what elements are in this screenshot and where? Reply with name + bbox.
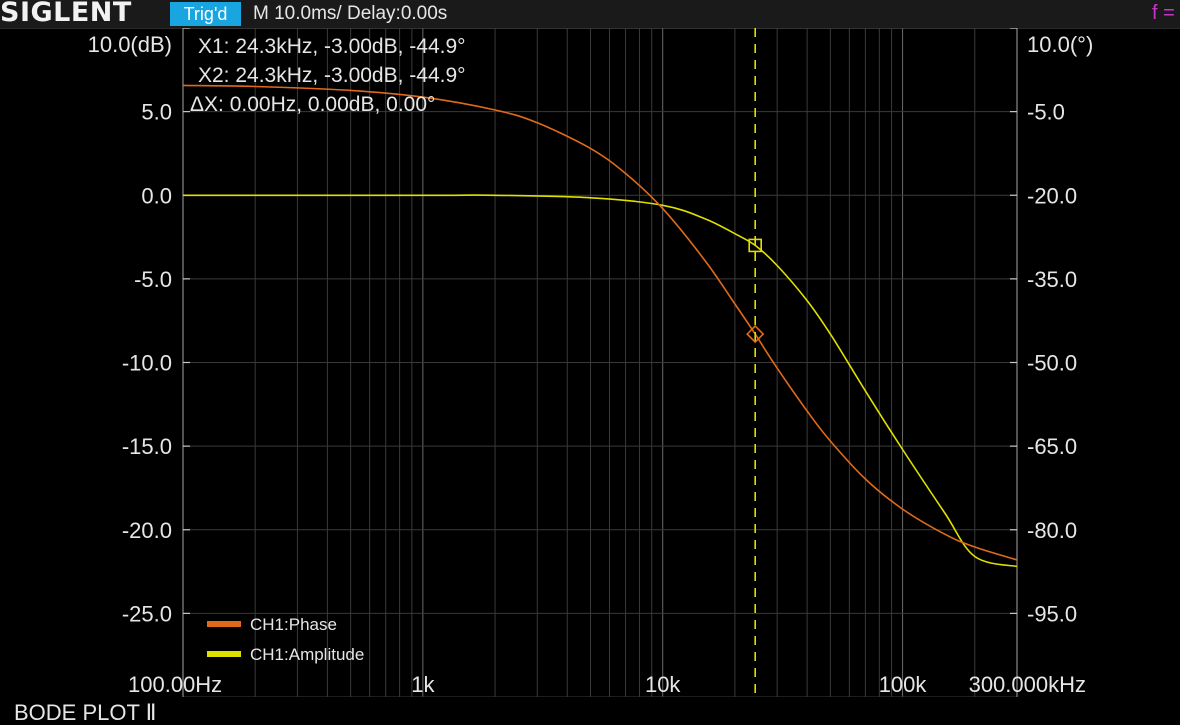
left-tick-label: 0.0 (141, 183, 172, 208)
left-tick-label: -5.0 (134, 267, 172, 292)
right-tick-label: -80.0 (1027, 518, 1077, 543)
mode-label: BODE PLOT Ⅱ (14, 700, 157, 725)
legend-swatch (207, 621, 241, 627)
x-tick-label: 10k (645, 672, 681, 697)
right-tick-label: -50.0 (1027, 351, 1077, 376)
legend-swatch (207, 651, 241, 657)
x-tick-label: 1k (411, 672, 435, 697)
timebase-delay-readout[interactable]: M 10.0ms/ Delay:0.00s (253, 2, 447, 26)
right-tick-label: -65.0 (1027, 434, 1077, 459)
right-tick-label: 10.0(°) (1027, 32, 1093, 57)
bottom-bar (0, 697, 1180, 725)
left-tick-label: 10.0(dB) (88, 32, 172, 57)
left-tick-label: 5.0 (141, 100, 172, 125)
x2-readout: X2: 24.3kHz, -3.00dB, -44.9° (198, 64, 466, 87)
legend-label: CH1:Amplitude (250, 645, 364, 664)
left-tick-label: -25.0 (122, 601, 172, 626)
right-tick-label: -5.0 (1027, 100, 1065, 125)
right-tick-label: -35.0 (1027, 267, 1077, 292)
trigger-status-badge[interactable]: Trig'd (170, 2, 241, 26)
left-tick-label: -20.0 (122, 518, 172, 543)
right-tick-label: -20.0 (1027, 183, 1077, 208)
bode-plot-chart[interactable]: 10.0(dB) 5.0 0.0 -5.0 -10.0 -15.0 -20.0 -25.0 1… (0, 28, 1180, 697)
x-axis-ticks: 100.00Hz 1k 10k 100k 300.000kHz (128, 672, 1086, 697)
x-tick-label: 100k (879, 672, 928, 697)
chart-grid (182, 28, 1018, 697)
right-tick-label: -95.0 (1027, 601, 1077, 626)
legend-label: CH1:Phase (250, 615, 337, 634)
left-tick-label: -15.0 (122, 434, 172, 459)
left-axis-ticks: 10.0(dB) 5.0 0.0 -5.0 -10.0 -15.0 -20.0 -25.0 (88, 28, 190, 626)
frequency-counter-label: f = (1152, 2, 1175, 24)
x1-readout: X1: 24.3kHz, -3.00dB, -44.9° (198, 35, 466, 58)
cursor-readout: X1: 24.3kHz, -3.00dB, -44.9° X2: 24.3kHz… (190, 35, 466, 116)
top-status-bar: SIGLENT Trig'd M 10.0ms/ Delay:0.00s f = (0, 0, 1180, 29)
delta-x-readout: ΔX: 0.00Hz, 0.00dB, 0.00° (190, 93, 435, 116)
siglent-logo: SIGLENT (0, 0, 132, 28)
chart-legend: CH1:Phase CH1:Amplitude (207, 615, 364, 664)
left-tick-label: -10.0 (122, 351, 172, 376)
right-axis-ticks: 10.0(°) -5.0 -20.0 -35.0 -50.0 -65.0 -80.0 -95.… (1010, 28, 1093, 626)
x-tick-label: 300.000kHz (969, 672, 1086, 697)
x-tick-label: 100.00Hz (128, 672, 222, 697)
